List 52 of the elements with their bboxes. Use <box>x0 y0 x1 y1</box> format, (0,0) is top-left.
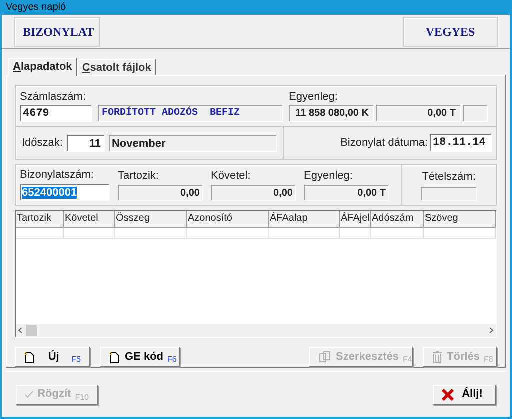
date-field[interactable]: 18.11.14 <box>430 134 492 152</box>
field-label: Bizonylat dátuma: <box>340 136 428 151</box>
balance-credit: 0,00 T <box>376 105 461 122</box>
column-header[interactable]: Követel <box>64 210 115 228</box>
field-label: Egyenleg: <box>304 169 354 184</box>
column-header[interactable]: Szöveg <box>424 210 496 228</box>
total-value: 0,00 <box>211 184 296 201</box>
field-label: Számlaszám: <box>20 90 88 104</box>
tab[interactable]: Alapadatok <box>8 58 78 76</box>
column-header[interactable]: Adószám <box>371 210 424 228</box>
account-name-field: FORDÍTOTT ADOZÓS BEFIZ <box>98 105 283 122</box>
empty-table-cell <box>16 228 64 239</box>
field-label: Tételszám: <box>422 170 476 185</box>
total-value: 0,00 T <box>304 184 389 201</box>
item-number-field <box>421 187 477 202</box>
empty-table-cell <box>269 228 340 239</box>
period-month: November <box>108 134 277 152</box>
window-title: Vegyes napló <box>6 1 66 15</box>
header-label: BIZONYLAT <box>14 16 100 46</box>
document-number-field[interactable]: 652400001 <box>20 184 110 201</box>
new-document-icon <box>24 350 36 364</box>
new-document-icon <box>109 350 121 364</box>
column-header[interactable]: ÁFAalap <box>269 210 340 228</box>
field-label: Egyenleg: <box>289 90 339 104</box>
field-label: Bizonylatszám: <box>20 168 95 184</box>
period-field[interactable]: 11 <box>66 134 105 152</box>
trash-icon <box>432 350 443 364</box>
button[interactable]: Új F5 <box>15 347 90 367</box>
column-header[interactable]: Összeg <box>115 210 187 228</box>
button[interactable]: Állj! <box>433 384 496 404</box>
empty-table-cell <box>340 228 371 239</box>
scroll-thumb[interactable] <box>26 325 37 336</box>
header-label: VEGYES <box>403 16 498 46</box>
close-icon <box>442 388 454 400</box>
field-label: Követel: <box>211 169 252 184</box>
column-header[interactable]: Tartozik <box>16 210 64 228</box>
tab[interactable]: Csatolt fájlok <box>77 59 156 75</box>
balance-debit: 11 858 080,00 K <box>289 105 374 122</box>
field-label: Tartozik: <box>118 169 160 184</box>
empty-field <box>463 105 488 122</box>
empty-table-cell <box>115 228 187 239</box>
edit-icon <box>318 350 332 364</box>
column-header[interactable]: Azonosító <box>187 210 269 228</box>
field-label: Időszak: <box>22 136 63 151</box>
total-value: 0,00 <box>118 184 203 201</box>
horizontal-scrollbar[interactable] <box>16 324 496 337</box>
empty-table-cell <box>424 228 496 239</box>
column-header[interactable]: ÁFAjel <box>340 210 371 228</box>
account-number-field[interactable]: 4679 <box>20 105 92 122</box>
empty-table-cell <box>371 228 424 239</box>
button[interactable]: GE kód F6 <box>100 347 180 367</box>
empty-table-cell <box>64 228 115 239</box>
